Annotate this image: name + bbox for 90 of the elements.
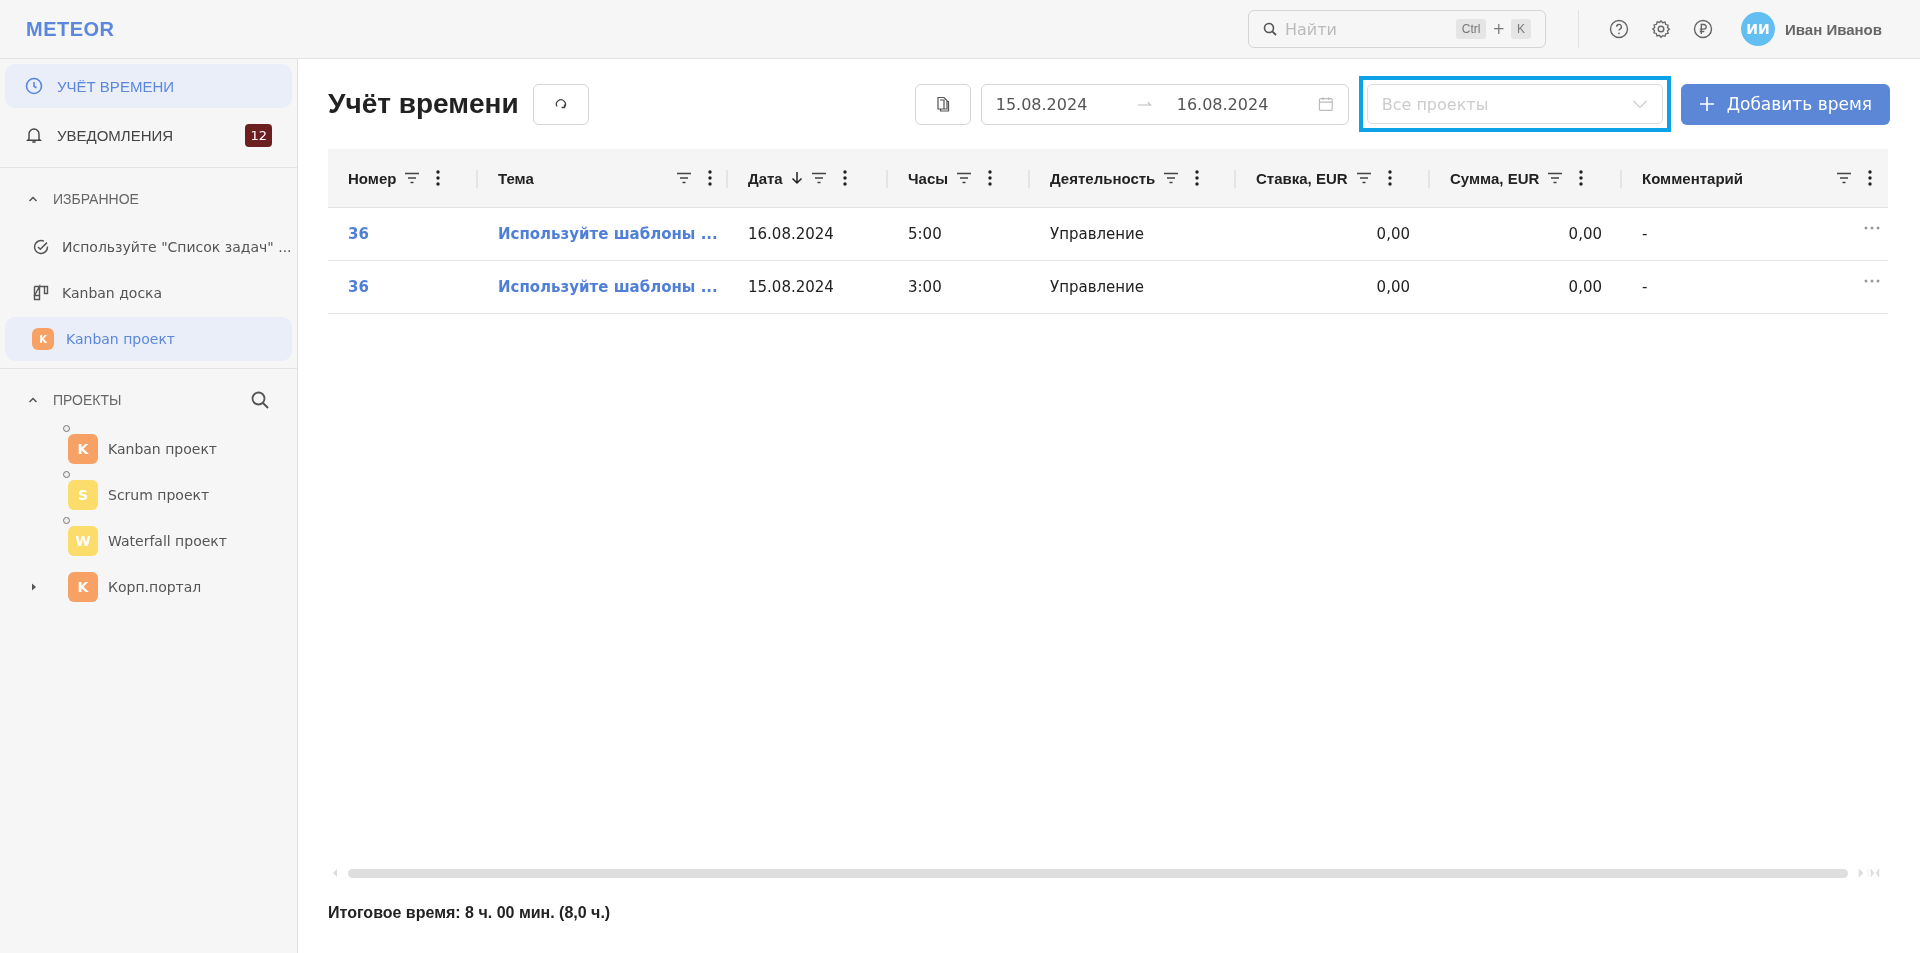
bell-icon <box>25 126 43 144</box>
more-vertical-icon[interactable] <box>1195 170 1200 186</box>
plus-icon <box>1698 96 1715 112</box>
calendar-icon <box>1318 96 1334 112</box>
more-vertical-icon[interactable] <box>1579 170 1584 186</box>
refresh-icon <box>553 97 568 111</box>
date-to[interactable]: 16.08.2024 <box>1176 94 1295 114</box>
pin-marker-icon <box>63 471 70 478</box>
table-link[interactable]: Используйте шаблоны ... <box>498 278 718 296</box>
column-header[interactable]: Часы <box>908 169 949 187</box>
table-cell: 5:00 <box>908 225 942 243</box>
table-cell: Управление <box>1050 278 1145 296</box>
table-cell: - <box>1642 278 1648 296</box>
project-avatar: S <box>68 480 98 510</box>
column-header[interactable]: Дата <box>748 169 783 187</box>
column-header[interactable]: Тема <box>498 169 534 187</box>
more-vertical-icon[interactable] <box>988 170 993 186</box>
filter-icon[interactable] <box>1163 172 1180 184</box>
column-header[interactable]: Комментарий <box>1642 169 1743 187</box>
date-range-field[interactable]: 15.08.2024 16.08.2024 <box>980 83 1349 125</box>
column-header[interactable]: Сумма, EUR <box>1450 169 1540 187</box>
pin-marker-icon <box>63 517 70 524</box>
table-cell: 0,00 <box>1568 225 1602 243</box>
favorite-item[interactable]: Kanban доска <box>5 271 292 315</box>
table-link[interactable]: Используйте шаблоны ... <box>498 225 718 243</box>
table-cell: 15.08.2024 <box>748 278 834 296</box>
filter-icon[interactable] <box>676 172 692 184</box>
copy-icon <box>935 96 950 112</box>
filter-icon[interactable] <box>1355 172 1372 184</box>
shortcut-key: Ctrl <box>1455 19 1487 39</box>
total-time: Итоговое время: 8 ч. 00 мин. (8,0 ч.) <box>328 903 612 923</box>
more-vertical-icon[interactable] <box>1387 170 1392 186</box>
filter-icon[interactable] <box>956 172 973 184</box>
page-title: Учёт времени <box>328 88 519 120</box>
clock-icon <box>25 77 43 95</box>
notification-count: 12 <box>245 123 272 147</box>
more-horizontal-icon[interactable] <box>1864 226 1880 230</box>
table-link[interactable]: 36 <box>348 225 369 243</box>
shortcut-plus: + <box>1492 20 1505 38</box>
settings-icon[interactable] <box>1651 19 1672 39</box>
table-cell: 3:00 <box>908 278 942 296</box>
section-title: ИЗБРАННОЕ <box>53 191 139 207</box>
search-icon <box>1263 22 1278 36</box>
more-vertical-icon[interactable] <box>708 170 712 186</box>
project-item[interactable]: Корп.портал <box>108 579 202 595</box>
more-horizontal-icon[interactable] <box>1864 279 1880 283</box>
filter-icon[interactable] <box>810 172 827 184</box>
project-avatar: K <box>68 572 98 602</box>
nav-item[interactable]: УВЕДОМЛЕНИЯ 12 <box>5 113 292 157</box>
table-link[interactable]: 36 <box>348 278 369 296</box>
date-from[interactable]: 15.08.2024 <box>995 94 1114 114</box>
horizontal-scrollbar[interactable] <box>348 868 1848 878</box>
more-vertical-icon[interactable] <box>436 170 441 186</box>
project-avatar: K <box>32 328 54 350</box>
filter-icon[interactable] <box>404 172 421 184</box>
help-icon[interactable] <box>1609 19 1630 39</box>
more-vertical-icon[interactable] <box>842 170 847 186</box>
table-cell: 16.08.2024 <box>748 225 834 243</box>
chevron-down-icon <box>1631 99 1648 109</box>
expand-caret-icon[interactable] <box>30 582 38 592</box>
filter-icon[interactable] <box>1836 172 1852 184</box>
sort-arrow-icon[interactable] <box>790 171 803 185</box>
more-vertical-icon[interactable] <box>1868 170 1872 186</box>
table-cell: - <box>1642 225 1648 243</box>
table-cell: 0,00 <box>1376 225 1410 243</box>
table-cell: Управление <box>1050 225 1145 243</box>
search-input[interactable]: Найти <box>1283 18 1450 40</box>
search-icon[interactable] <box>250 390 270 410</box>
check-circle-icon <box>32 238 50 256</box>
pin-marker-icon <box>63 425 70 432</box>
favorite-item[interactable]: Используйте "Список задач" ... <box>5 225 292 269</box>
shortcut-key: K <box>1511 19 1532 39</box>
search-bar[interactable]: Найти Ctrl + K <box>1248 10 1547 48</box>
project-avatar: K <box>68 434 98 464</box>
section-title: ПРОЕКТЫ <box>53 392 122 408</box>
ruble-icon[interactable] <box>1693 19 1714 39</box>
board-icon <box>32 284 50 302</box>
filter-icon[interactable] <box>1547 172 1564 184</box>
column-header[interactable]: Номер <box>348 169 397 187</box>
table-cell: 0,00 <box>1376 278 1410 296</box>
copy-button[interactable] <box>914 83 971 125</box>
column-header[interactable]: Ставка, EUR <box>1256 169 1348 187</box>
project-avatar: W <box>68 526 98 556</box>
column-header[interactable]: Деятельность <box>1050 169 1156 187</box>
project-item[interactable]: Kanban проект <box>108 441 217 457</box>
add-time-button[interactable]: Добавить время <box>1680 83 1890 125</box>
table-cell: 0,00 <box>1568 278 1602 296</box>
project-item[interactable]: Scrum проект <box>108 487 210 503</box>
user-name[interactable]: Иван Иванов <box>1785 20 1882 38</box>
project-item[interactable]: Waterfall проект <box>108 533 227 549</box>
